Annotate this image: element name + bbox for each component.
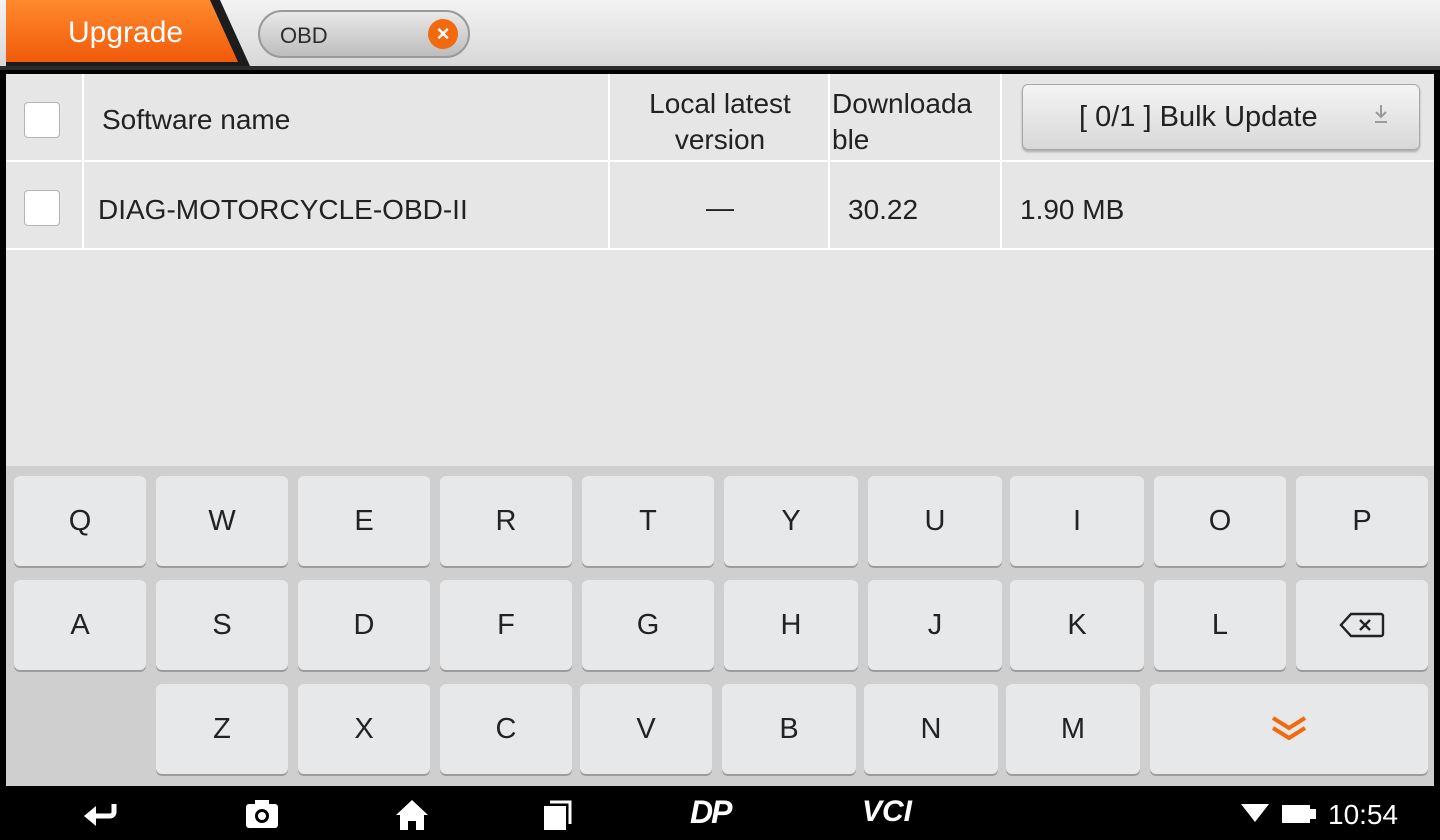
header-software-name: Software name bbox=[102, 104, 291, 135]
battery-status bbox=[1280, 786, 1318, 840]
key-o[interactable]: O bbox=[1154, 476, 1286, 566]
row-checkbox[interactable] bbox=[24, 190, 60, 226]
key-v[interactable]: V bbox=[580, 684, 712, 774]
key-c[interactable]: C bbox=[440, 684, 572, 774]
tab-upgrade-label: Upgrade bbox=[68, 16, 184, 49]
key-a[interactable]: A bbox=[14, 580, 146, 670]
key-t[interactable]: T bbox=[582, 476, 714, 566]
table-row[interactable]: DIAG-MOTORCYCLE-OBD-II — 30.22 1.90 MB bbox=[6, 162, 1434, 250]
wifi-status bbox=[1240, 786, 1270, 840]
row-software-name: DIAG-MOTORCYCLE-OBD-II bbox=[98, 194, 468, 225]
key-s[interactable]: S bbox=[156, 580, 288, 670]
clear-search-icon[interactable]: × bbox=[428, 19, 458, 49]
key-l[interactable]: L bbox=[1154, 580, 1286, 670]
back-arrow-icon bbox=[84, 804, 117, 826]
wifi-icon bbox=[1241, 804, 1269, 822]
row-size: 1.90 MB bbox=[1020, 194, 1125, 225]
table-header-row: Software name Local latest version Downl… bbox=[6, 74, 1434, 162]
key-m[interactable]: M bbox=[1006, 684, 1140, 774]
camera-icon bbox=[246, 800, 278, 828]
key-p[interactable]: P bbox=[1296, 476, 1428, 566]
home-icon bbox=[396, 800, 428, 830]
screenshot-button[interactable] bbox=[244, 786, 280, 840]
download-icon bbox=[1375, 105, 1387, 123]
row-downloadable-version: 30.22 bbox=[848, 194, 919, 225]
vci-label: VCI bbox=[862, 795, 913, 828]
home-button[interactable] bbox=[394, 786, 430, 840]
key-g[interactable]: G bbox=[582, 580, 714, 670]
recent-apps-icon bbox=[544, 800, 572, 830]
double-chevron-down-icon bbox=[1271, 716, 1307, 741]
vci-button[interactable]: VCI bbox=[860, 786, 930, 840]
key-x[interactable]: X bbox=[298, 684, 430, 774]
onscreen-keyboard: Q W E R T Y U I O P A S D F G H J K L Z … bbox=[6, 466, 1434, 786]
hide-keyboard-key[interactable] bbox=[1150, 684, 1428, 774]
header-downloadable-line2: ble bbox=[832, 124, 870, 155]
header-local-version-line2: version bbox=[674, 124, 766, 155]
top-bar: Upgrade OBD × bbox=[0, 0, 1440, 70]
key-f[interactable]: F bbox=[440, 580, 572, 670]
tab-upgrade[interactable]: Upgrade bbox=[6, 0, 256, 66]
bulk-update-label: [ 0/1 ] Bulk Update bbox=[1079, 101, 1318, 133]
header-downloadable-line1: Downloada bbox=[832, 88, 973, 119]
row-local-version: — bbox=[706, 192, 734, 223]
key-j[interactable]: J bbox=[868, 580, 1002, 670]
bulk-update-button[interactable]: [ 0/1 ] Bulk Update bbox=[1022, 84, 1420, 150]
dp-logo-icon: DP bbox=[690, 794, 732, 830]
battery-icon bbox=[1282, 805, 1316, 823]
search-filter-text: OBD bbox=[280, 23, 328, 48]
key-b[interactable]: B bbox=[722, 684, 856, 774]
key-q[interactable]: Q bbox=[14, 476, 146, 566]
key-e[interactable]: E bbox=[298, 476, 430, 566]
status-clock: 10:54 bbox=[1328, 799, 1399, 830]
key-k[interactable]: K bbox=[1010, 580, 1144, 670]
dp-button[interactable]: DP bbox=[688, 786, 748, 840]
system-nav-bar: DP VCI 10:54 bbox=[0, 786, 1440, 840]
key-y[interactable]: Y bbox=[724, 476, 858, 566]
software-table: Software name Local latest version Downl… bbox=[6, 74, 1434, 466]
key-h[interactable]: H bbox=[724, 580, 858, 670]
recent-apps-button[interactable] bbox=[540, 786, 574, 840]
back-button[interactable] bbox=[80, 786, 120, 840]
key-r[interactable]: R bbox=[440, 476, 572, 566]
select-all-checkbox[interactable] bbox=[24, 102, 60, 138]
header-downloadable: Downloada ble bbox=[832, 86, 972, 158]
search-filter-chip[interactable]: OBD × bbox=[258, 10, 470, 58]
key-w[interactable]: W bbox=[156, 476, 288, 566]
header-local-version-line1: Local latest bbox=[649, 88, 791, 119]
backspace-key[interactable] bbox=[1296, 580, 1428, 670]
key-i[interactable]: I bbox=[1010, 476, 1144, 566]
header-local-version: Local latest version bbox=[610, 86, 830, 158]
backspace-icon bbox=[1339, 612, 1385, 638]
key-d[interactable]: D bbox=[298, 580, 430, 670]
key-u[interactable]: U bbox=[868, 476, 1002, 566]
key-z[interactable]: Z bbox=[156, 684, 288, 774]
key-n[interactable]: N bbox=[864, 684, 998, 774]
